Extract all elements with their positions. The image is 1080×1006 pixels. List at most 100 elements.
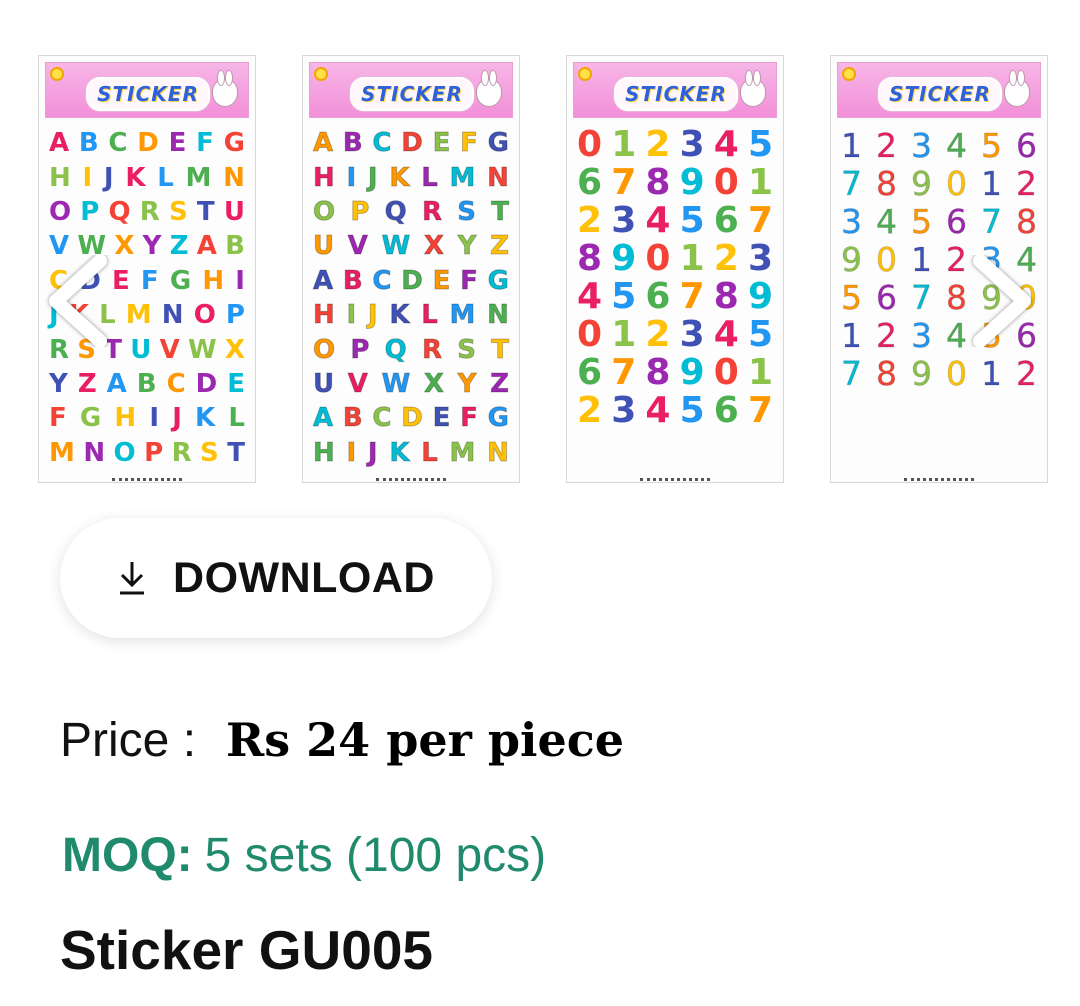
sticker-glyph: 8 [876,163,898,203]
sticker-glyph: H [49,162,71,193]
sticker-glyph: G [487,128,509,159]
sticker-glyph: 3 [611,200,637,241]
product-title: Sticker GU005 [60,919,433,981]
sticker-glyph: C [108,128,128,159]
sticker-glyph: C [372,403,392,434]
sticker-glyph: R [139,196,160,227]
sticker-sheet-image[interactable]: STICKER ABCDEFGHIJKLMNOPQRSTUVWXYZABCDEF… [302,55,520,483]
sticker-glyph: 7 [981,201,1003,241]
sticker-glyph: 5 [679,200,705,241]
sticker-glyph: 0 [876,239,898,279]
sticker-glyph: 0 [713,162,739,203]
sticker-glyph: 3 [747,238,773,279]
sticker-glyph: 8 [645,352,671,393]
sticker-row: ABCDEFG [311,126,511,160]
sticker-glyph: 9 [747,276,773,317]
sticker-glyph: 9 [679,352,705,393]
sticker-glyph: K [389,300,410,331]
sticker-glyph: B [136,368,157,399]
sticker-glyph: F [49,403,67,434]
sticker-glyph: N [161,300,184,331]
sticker-row: ABCDEFG [311,401,511,435]
sheet-banner-text: STICKER [97,82,199,106]
sticker-row: 890123 [575,240,775,278]
sheet-banner-text: STICKER [361,82,463,106]
sticker-row: 789012 [839,354,1039,392]
download-label: DOWNLOAD [173,553,435,602]
sticker-glyph: 2 [946,239,968,279]
sticker-glyph: U [312,231,335,262]
sticker-glyph: H [313,437,336,468]
sticker-glyph: 7 [679,276,705,317]
sticker-glyph: 8 [713,276,739,317]
sticker-glyph: K [389,437,410,468]
sticker-glyph: T [227,437,245,468]
bunny-icon [1004,70,1030,107]
sticker-glyph: 1 [747,162,773,203]
sticker-glyph: M [125,300,152,331]
bunny-icon [740,70,766,107]
chevron-left-icon[interactable] [42,254,114,348]
sticker-glyph: 5 [747,314,773,355]
sticker-glyph: 0 [645,238,671,279]
sticker-glyph: Z [490,368,510,399]
sticker-glyph: 1 [611,314,637,355]
sheet-header: STICKER [45,62,249,118]
sticker-glyph: 1 [981,163,1003,203]
sticker-glyph: 8 [645,162,671,203]
sticker-glyph: F [140,265,159,296]
sticker-glyph: I [149,403,160,434]
sticker-glyph: 0 [577,124,603,165]
chevron-right-icon[interactable] [966,254,1038,348]
sticker-glyph: M [449,162,476,193]
sticker-glyph: E [432,265,451,296]
sticker-glyph: 1 [911,239,933,279]
sticker-glyph: 8 [946,277,968,317]
sticker-glyph: T [491,334,510,365]
sticker-glyph: 6 [713,200,739,241]
sticker-glyph: A [49,128,70,159]
price-row: Price : Rs 24 per piece [60,700,624,780]
download-button[interactable]: DOWNLOAD [60,518,492,638]
sticker-glyph: J [172,403,182,434]
sticker-grid: 0123456789012345678901234567890123456789… [575,126,775,468]
sticker-glyph: D [401,265,424,296]
sticker-glyph: 4 [645,390,671,431]
sun-icon [842,67,856,81]
sticker-glyph: 4 [946,315,968,355]
sticker-glyph: V [159,334,180,365]
sticker-sheet-image[interactable]: STICKER 01234567890123456789012345678901… [566,55,784,483]
sticker-row: ABCDEFG [311,264,511,298]
sticker-row: FGHIJKL [47,401,247,435]
sticker-glyph: 9 [679,162,705,203]
sticker-glyph: H [313,300,336,331]
sticker-glyph: C [372,128,392,159]
sticker-glyph: O [312,196,336,227]
sticker-glyph: 2 [876,125,898,165]
sticker-row: YZABCDE [47,367,247,401]
sticker-glyph: M [185,162,212,193]
sticker-glyph: F [196,128,214,159]
sticker-glyph: H [114,403,137,434]
sticker-glyph: 6 [713,390,739,431]
sticker-glyph: 5 [679,390,705,431]
product-image-gallery[interactable]: STICKER ABCDEFGHIJKLMNOPQRSTUVWXYZABCDEF… [0,40,1080,490]
sticker-row: UVWXYZ [311,229,511,263]
sticker-glyph: 4 [713,314,739,355]
sticker-glyph: H [202,265,225,296]
sticker-glyph: O [113,437,136,468]
sticker-glyph: I [235,265,245,296]
sticker-glyph: L [421,300,439,331]
sticker-glyph: 6 [876,277,898,317]
sticker-glyph: N [223,162,245,193]
sticker-glyph: X [224,334,245,365]
sticker-glyph: Z [169,231,189,262]
sticker-glyph: 2 [713,238,739,279]
sticker-glyph: 4 [577,276,603,317]
sticker-row: 789012 [839,164,1039,202]
sticker-glyph: D [137,128,159,159]
sticker-row: HIJKLMN [311,298,511,332]
sticker-glyph: G [79,403,102,434]
sticker-glyph: I [346,437,357,468]
sticker-glyph: 2 [645,314,671,355]
